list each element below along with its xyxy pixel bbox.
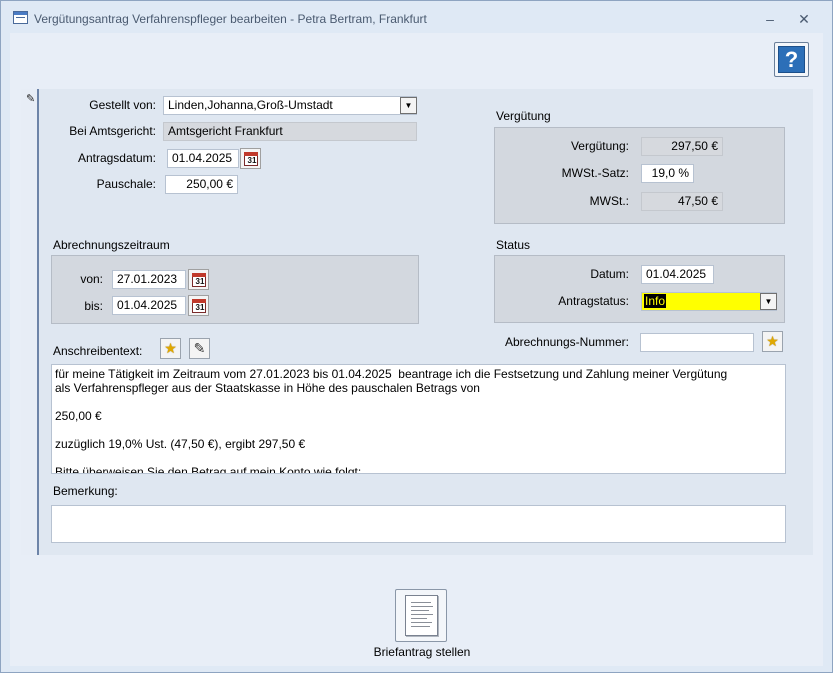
anschreiben-line: als Verfahrenspfleger aus der Staatskass… xyxy=(55,381,480,395)
von-label: von: xyxy=(80,272,103,286)
bemerkung-label: Bemerkung: xyxy=(53,484,118,498)
amtsgericht-field: Amtsgericht Frankfurt xyxy=(163,122,417,141)
bis-date-field[interactable]: 01.04.2025 xyxy=(112,296,186,315)
chevron-down-icon[interactable]: ▼ xyxy=(400,97,417,114)
mwst-field: 47,50 € xyxy=(641,192,723,211)
form-client-area: ? ✎ Gestellt von: Linden,Johanna,Groß-Um… xyxy=(10,33,823,666)
verguetung-field: 297,50 € xyxy=(641,137,723,156)
close-button[interactable]: ✕ xyxy=(791,9,817,29)
abrechnungszeitraum-title: Abrechnungszeitraum xyxy=(53,238,170,252)
star-icon: ★ xyxy=(164,340,177,356)
mwst-label: MWSt.: xyxy=(589,194,629,208)
briefantrag-label: Briefantrag stellen xyxy=(373,645,471,659)
amtsgericht-label: Bei Amtsgericht: xyxy=(69,124,156,138)
anschreibentext-area[interactable]: für meine Tätigkeit im Zeitraum vom 27.0… xyxy=(51,364,786,474)
bemerkung-area[interactable] xyxy=(51,505,786,543)
window-title: Vergütungsantrag Verfahrenspfleger bearb… xyxy=(34,12,427,26)
chevron-down-icon[interactable]: ▼ xyxy=(760,293,777,310)
help-button[interactable]: ? xyxy=(774,42,809,77)
gestellt-von-label: Gestellt von: xyxy=(89,98,156,112)
antragstatus-combo[interactable]: Info xyxy=(641,292,777,311)
mwst-satz-field[interactable]: 19,0 % xyxy=(641,164,694,183)
anschreiben-line: Bitte überweisen Sie den Betrag auf mein… xyxy=(55,465,362,474)
calendar-icon: 31 xyxy=(192,273,206,287)
antragsdatum-label: Antragsdatum: xyxy=(77,151,156,165)
datum-label: Datum: xyxy=(590,267,629,281)
abrechnungs-nummer-star-button[interactable]: ★ xyxy=(762,331,783,352)
app-window: Vergütungsantrag Verfahrenspfleger bearb… xyxy=(0,0,833,673)
bis-label: bis: xyxy=(84,299,103,313)
document-icon xyxy=(405,595,438,636)
anschreiben-edit-button[interactable]: ✎ xyxy=(189,338,210,359)
form-icon xyxy=(13,11,28,24)
anschreiben-line: zuzüglich 19,0% Ust. (47,50 €), ergibt 2… xyxy=(55,437,306,451)
calendar-icon: 31 xyxy=(192,299,206,313)
title-bar: Vergütungsantrag Verfahrenspfleger bearb… xyxy=(1,1,832,33)
von-calendar-button[interactable]: 31 xyxy=(188,269,209,290)
abrechnungs-nummer-field[interactable] xyxy=(640,333,754,352)
anschreiben-star-button[interactable]: ★ xyxy=(160,338,181,359)
anschreiben-line: für meine Tätigkeit im Zeitraum vom 27.0… xyxy=(55,367,728,381)
abrechnungszeitraum-group xyxy=(51,255,419,324)
pauschale-label: Pauschale: xyxy=(96,177,156,191)
antragstatus-value: Info xyxy=(644,294,667,308)
anschreiben-line: 250,00 € xyxy=(55,409,102,423)
star-icon: ★ xyxy=(766,333,779,349)
briefantrag-button[interactable] xyxy=(395,589,447,642)
pen-icon: ✎ xyxy=(193,340,206,356)
minimize-button[interactable]: – xyxy=(757,9,783,29)
calendar-icon: 31 xyxy=(244,152,258,166)
gestellt-von-combo[interactable]: Linden,Johanna,Groß-Umstadt xyxy=(163,96,417,115)
status-group-title: Status xyxy=(496,238,531,252)
anschreibentext-label: Anschreibentext: xyxy=(53,344,143,358)
record-selector[interactable]: ✎ xyxy=(21,89,39,555)
pencil-icon: ✎ xyxy=(26,93,36,105)
antragsdatum-calendar-button[interactable]: 31 xyxy=(240,148,261,169)
antragsdatum-field[interactable]: 01.04.2025 xyxy=(167,149,239,168)
mwst-satz-label: MWSt.-Satz: xyxy=(561,166,629,180)
abrechnungs-nummer-label: Abrechnungs-Nummer: xyxy=(504,335,629,349)
status-datum-field[interactable]: 01.04.2025 xyxy=(641,265,714,284)
pauschale-field[interactable]: 250,00 € xyxy=(165,175,238,194)
verguetung-group-title: Vergütung xyxy=(496,109,551,123)
antragstatus-label: Antragstatus: xyxy=(558,294,629,308)
help-icon: ? xyxy=(778,46,805,73)
bis-calendar-button[interactable]: 31 xyxy=(188,295,209,316)
von-date-field[interactable]: 27.01.2023 xyxy=(112,270,186,289)
verguetung-label: Vergütung: xyxy=(570,139,629,153)
status-group xyxy=(494,255,785,323)
